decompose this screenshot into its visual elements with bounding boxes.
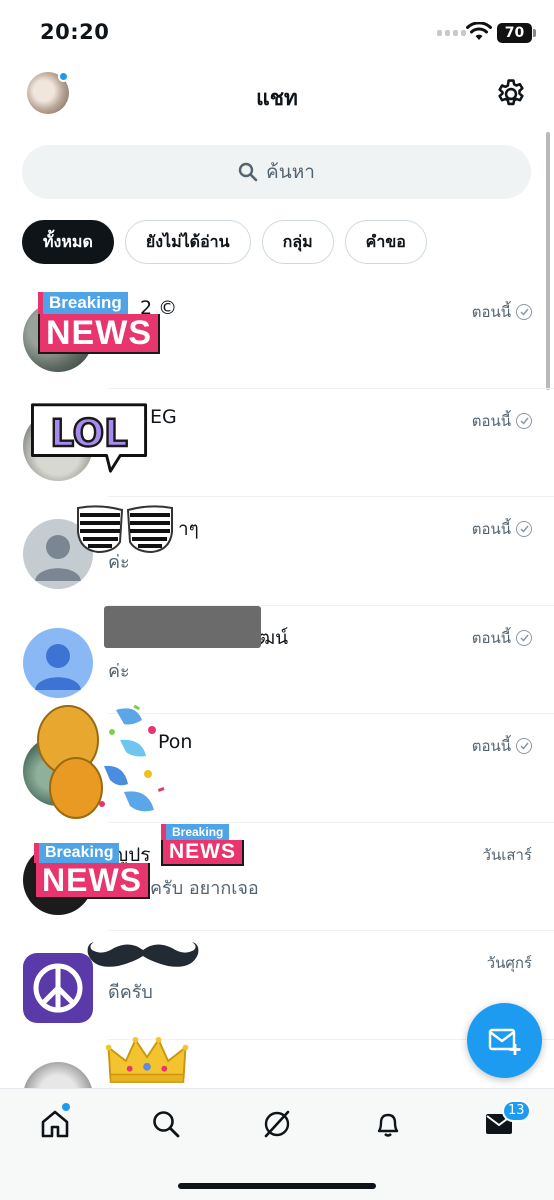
notification-dot [58,71,69,82]
bell-icon [377,1113,399,1137]
lol-label: LOL [50,412,127,455]
read-check-icon [516,521,532,537]
chat-time-label: ตอนนี้ [471,411,511,430]
chat-preview: ครับ อยากเจอ [150,877,259,899]
chat-time: ตอนนี้ [472,517,532,541]
chat-time: ตอนนี้ [472,626,532,650]
redaction-bar [104,606,261,648]
wifi-icon [466,22,492,40]
chat-preview: ดีครับ [108,982,153,1003]
search-placeholder: ค้นหา [266,161,315,183]
mustache-sticker [87,942,199,967]
battery-icon: 70 [497,23,532,43]
chat-name: ฒน์ [258,626,289,649]
status-bar: 20:20 70 [0,0,554,64]
chat-time: ตอนนี้ [472,409,532,433]
chat-row[interactable]: ฒน์ ค่ะ ตอนนี้ [0,606,554,714]
read-check-icon [516,304,532,320]
breaking-news-sticker: Breaking NEWS [38,292,160,354]
news-label: NEWS [34,863,150,899]
chat-preview: ค่ะ [108,660,130,682]
home-notification-dot [62,1103,70,1111]
read-check-icon [516,412,532,429]
chat-time: ตอนนี้ [472,300,532,324]
breaking-label: Breaking [38,292,128,314]
filter-groups[interactable]: กลุ่ม [261,220,334,264]
chat-time-label: วันเสาร์ [482,845,532,864]
chat-time-label: ตอนนี้ [471,303,511,321]
chat-name: าๆ [178,518,199,540]
messages-badge: 13 [502,1100,531,1122]
default-avatar-icon [35,643,81,690]
tab-home[interactable] [38,1107,72,1141]
party-popper-sticker [37,704,165,819]
page-title: แชท [256,86,298,110]
gear-icon[interactable] [494,77,528,111]
chat-time-label: ตอนนี้ [471,628,511,647]
lol-sticker: LOL [31,403,148,473]
avatar [23,627,93,698]
tab-grok[interactable] [260,1107,294,1141]
breaking-news-sticker: Breaking NEWS [161,824,244,866]
home-indicator [178,1183,376,1189]
news-label: NEWS [38,314,160,354]
chat-name: EG [150,405,177,428]
battery-tip [533,29,536,37]
search-icon [153,1111,180,1138]
header: แชท [0,64,554,130]
filter-all[interactable]: ทั้งหมด [22,220,114,264]
status-time: 20:20 [40,20,110,44]
crown-sticker [105,1036,189,1083]
shutter-shades-sticker [77,505,173,554]
breaking-label: Breaking [34,843,120,863]
chat-time-label: วันศุกร์ [486,954,532,972]
news-label: NEWS [161,840,244,866]
new-message-button[interactable] [467,1003,542,1078]
breaking-label: Breaking [161,824,230,840]
home-icon [41,1110,69,1138]
read-check-icon [516,738,532,754]
search-input[interactable]: ค้นหา [22,145,531,199]
chat-time-label: ตอนนี้ [471,520,511,538]
tab-notifications[interactable] [371,1107,405,1141]
chat-time-label: ตอนนี้ [471,737,511,755]
chat-time: วันศุกร์ [487,951,532,975]
search-icon [238,162,258,182]
filter-requests[interactable]: คำขอ [344,220,427,264]
avatar [23,953,93,1023]
peace-icon [33,963,83,1013]
signal-icon [437,30,466,36]
grok-icon [264,1110,290,1138]
new-message-icon [488,1028,520,1055]
chat-time: วันเสาร์ [483,843,532,867]
breaking-news-sticker: Breaking NEWS [34,843,150,899]
read-check-icon [516,629,532,646]
filter-unread[interactable]: ยังไม่ได้อ่าน [124,220,251,264]
tab-search[interactable] [149,1107,183,1141]
filter-chips: ทั้งหมด ยังไม่ได้อ่าน กลุ่ม คำขอ [22,220,427,264]
chat-time: ตอนนี้ [472,734,532,758]
